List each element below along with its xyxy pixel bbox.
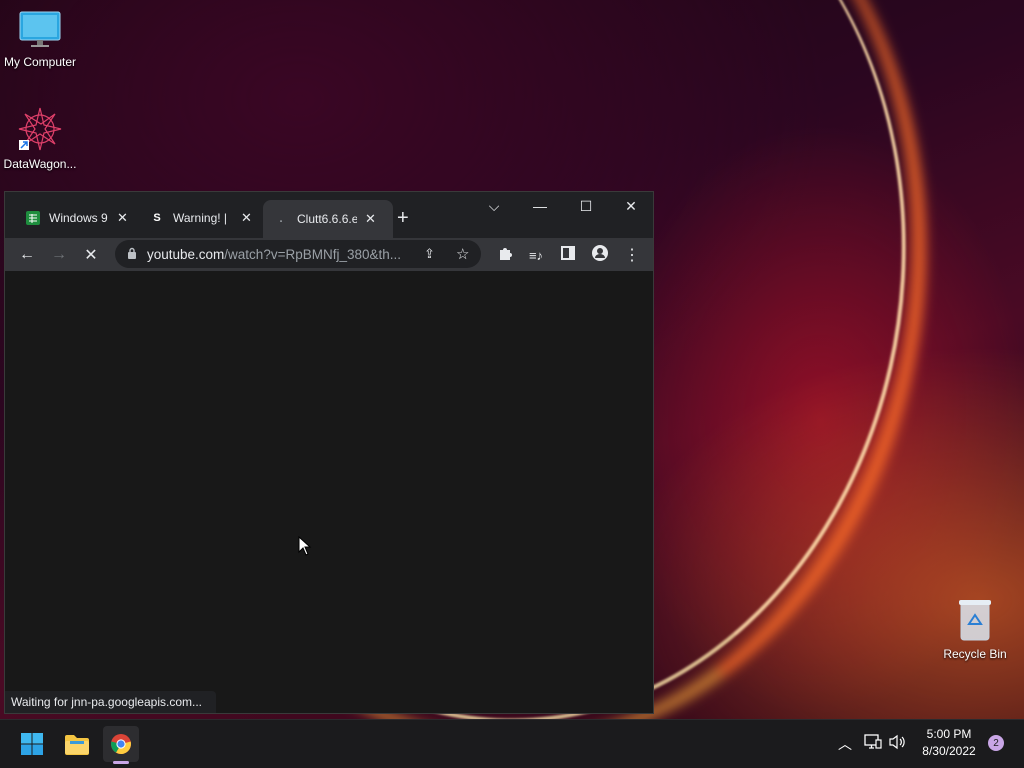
tab-title: Windows 9	[49, 211, 108, 225]
tab-windows[interactable]: Windows 9 ✕	[25, 204, 128, 232]
tab-clutt[interactable]: . Clutt6.6.6.e ✕	[263, 200, 393, 238]
maximize-icon: ☐	[579, 197, 593, 214]
side-panel-button[interactable]	[557, 244, 579, 266]
minimize-icon: —	[533, 198, 547, 214]
tab-title: Warning! |	[173, 211, 228, 225]
close-icon[interactable]: ✕	[117, 210, 128, 226]
page-content[interactable]: Waiting for jnn-pa.googleapis.com...	[5, 271, 653, 713]
running-indicator	[113, 761, 129, 764]
media-control-button[interactable]: ≡♪	[525, 244, 547, 266]
profile-button[interactable]	[589, 244, 611, 266]
tab-warning[interactable]: S Warning! | ✕	[149, 204, 252, 232]
star-icon[interactable]: ☆	[456, 245, 469, 263]
puzzle-icon	[498, 246, 512, 265]
url-path: /watch?v=RpBMNfj_380&th...	[224, 246, 402, 262]
desktop-icon-my-computer[interactable]: My Computer	[0, 10, 80, 69]
browser-window[interactable]: Windows 9 ✕ S Warning! | ✕ . Clutt6.6.6.…	[4, 191, 654, 714]
chevron-down-icon: ⌵	[488, 197, 500, 214]
folder-icon	[65, 735, 89, 755]
minimize-button[interactable]: —	[517, 192, 563, 220]
address-bar[interactable]: youtube.com/watch?v=RpBMNfj_380&th... ⇪ …	[115, 240, 481, 268]
taskbar: ︿ 5:00 PM 8/30/2022 2	[0, 719, 1024, 768]
desktop-icon-recycle-bin[interactable]: Recycle Bin	[935, 598, 1015, 661]
loading-icon: .	[279, 213, 283, 225]
url-domain: youtube.com	[147, 246, 225, 262]
stop-button[interactable]: ✕	[80, 244, 102, 266]
desktop-icon-datawagon[interactable]: DataWagon...	[0, 106, 80, 171]
windows-logo-icon	[21, 733, 43, 755]
stop-icon: ✕	[84, 247, 98, 264]
arrow-left-icon: ←	[19, 246, 35, 263]
kebab-menu-icon: ⋮	[624, 247, 640, 264]
start-button[interactable]	[14, 726, 50, 762]
recycle-bin-icon	[959, 600, 991, 641]
close-window-button[interactable]: ✕	[608, 192, 654, 220]
maximize-button[interactable]: ☐	[563, 192, 609, 220]
chrome-icon	[111, 734, 131, 754]
extensions-button[interactable]	[494, 244, 516, 266]
url-text[interactable]: youtube.com/watch?v=RpBMNfj_380&th...	[147, 247, 415, 262]
menu-button[interactable]: ⋮	[621, 244, 643, 266]
datawagon-logo-icon	[18, 107, 62, 151]
lock-icon	[127, 247, 139, 262]
desktop-icon-label: DataWagon...	[3, 157, 77, 171]
forward-button[interactable]: →	[48, 244, 70, 266]
monitor-icon	[19, 11, 61, 47]
desktop-icon-label: My Computer	[3, 55, 77, 69]
avatar-icon	[592, 244, 608, 266]
playlist-icon: ≡♪	[528, 247, 544, 263]
desktop-icon-label: Recycle Bin	[943, 647, 1007, 661]
network-icon[interactable]	[864, 734, 882, 755]
plus-icon: +	[397, 206, 409, 229]
mouse-cursor-icon	[298, 536, 312, 556]
chevron-up-icon[interactable]: ︿	[838, 734, 852, 754]
close-icon[interactable]: ✕	[365, 211, 376, 227]
notification-badge[interactable]: 2	[988, 735, 1004, 751]
tab-strip: Windows 9 ✕ S Warning! | ✕ . Clutt6.6.6.…	[5, 192, 653, 238]
toolbar: ← → ✕ youtube.com/watch?v=RpBMNfj_380&th…	[5, 238, 653, 271]
close-icon: ✕	[625, 197, 637, 214]
status-bubble: Waiting for jnn-pa.googleapis.com...	[5, 691, 216, 713]
chrome-taskbar-button[interactable]	[103, 726, 139, 764]
clock-time[interactable]: 5:00 PM	[912, 727, 986, 741]
arrow-right-icon: →	[51, 246, 67, 263]
s-icon: S	[153, 212, 161, 224]
side-panel-icon	[561, 245, 575, 265]
tab-search-button[interactable]: ⌵	[471, 192, 517, 220]
back-button[interactable]: ←	[16, 244, 38, 266]
share-icon[interactable]: ⇪	[424, 246, 435, 262]
clock-date[interactable]: 8/30/2022	[912, 744, 986, 758]
sheets-icon	[25, 210, 41, 226]
close-icon[interactable]: ✕	[241, 210, 252, 226]
new-tab-button[interactable]: +	[397, 204, 409, 232]
tab-title: Clutt6.6.6.e	[297, 212, 357, 226]
file-explorer-button[interactable]	[59, 726, 95, 762]
volume-icon[interactable]	[889, 734, 907, 755]
